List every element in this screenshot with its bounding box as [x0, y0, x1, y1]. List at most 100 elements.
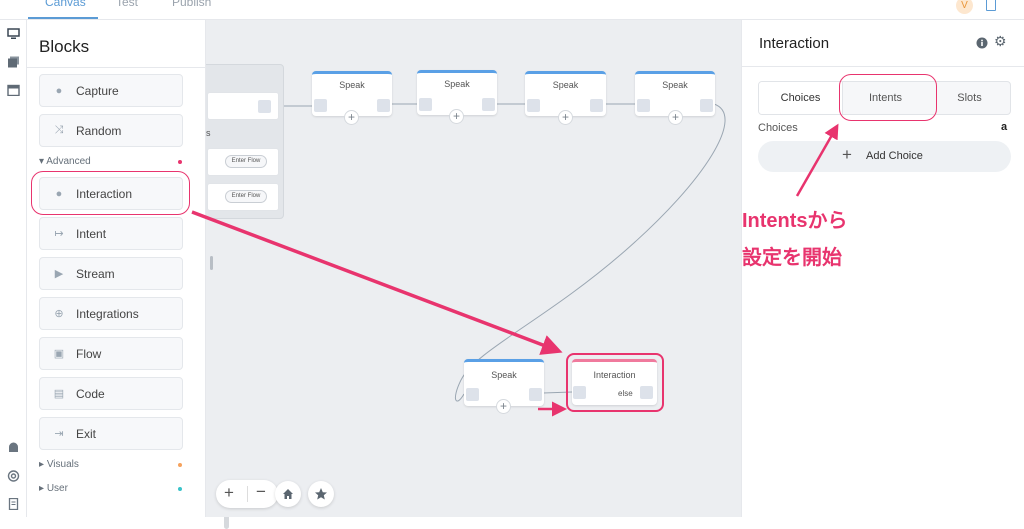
star-icon: [315, 488, 327, 500]
info-icon[interactable]: [976, 37, 988, 49]
block-label: Integrations: [76, 306, 139, 321]
node-title: Speak: [339, 80, 365, 90]
input-port[interactable]: [419, 98, 432, 111]
block-random[interactable]: ⤨ Random: [39, 114, 183, 147]
input-port[interactable]: [527, 99, 540, 112]
tab-publish[interactable]: Publish: [172, 0, 211, 9]
node-title: Speak: [662, 80, 688, 90]
enter-flow-pill[interactable]: Enter Flow: [225, 190, 267, 203]
block-label: Intent: [76, 226, 107, 241]
block-stream[interactable]: ▶ Stream: [39, 257, 183, 290]
add-choice-label: Add Choice: [866, 150, 923, 162]
interaction-node[interactable]: Interaction else: [572, 359, 657, 405]
code-icon: ▤: [53, 388, 65, 400]
file-icon[interactable]: [7, 498, 20, 510]
flow-canvas[interactable]: ds Enter Flow Enter Flow Speak + Speak +…: [206, 20, 741, 517]
add-step-button[interactable]: +: [496, 399, 511, 414]
output-port[interactable]: [377, 99, 390, 112]
block-code[interactable]: ▤ Code: [39, 377, 183, 410]
plus-icon: +: [842, 145, 852, 164]
amazon-icon: a: [1001, 121, 1008, 133]
zoom-toolbar: + −: [216, 480, 278, 508]
output-port[interactable]: [640, 386, 653, 399]
input-port[interactable]: [314, 99, 327, 112]
mic-icon: ●: [55, 84, 63, 97]
shuffle-icon: ⤨: [54, 124, 64, 136]
block-label: Random: [76, 123, 122, 138]
add-choice-button[interactable]: + Add Choice: [758, 141, 1011, 172]
help-ring-icon[interactable]: [7, 470, 20, 482]
add-step-button[interactable]: +: [668, 110, 683, 125]
exit-icon: ⇥: [54, 428, 64, 440]
input-port[interactable]: [573, 386, 586, 399]
panel-divider: [27, 67, 206, 68]
output-port[interactable]: [700, 99, 713, 112]
node-title: Interaction: [593, 370, 636, 380]
section-advanced[interactable]: ▾ Advanced: [39, 156, 91, 167]
panel-title: Blocks: [39, 37, 90, 56]
section-label: Visuals: [46, 459, 79, 470]
top-bar: Canvas Test Publish V: [0, 0, 1024, 20]
annotation-line-1: Intentsから: [742, 210, 848, 232]
interaction-editor-panel: Interaction ⚙ Choices Intents Slots Choi…: [741, 20, 1024, 517]
tab-test[interactable]: Test: [116, 0, 138, 9]
intents-tab-highlight: [839, 74, 937, 121]
block-label: Capture: [76, 83, 119, 98]
interaction-block-highlight: [31, 171, 190, 215]
play-icon: ▶: [54, 268, 64, 280]
section-label: Advanced: [46, 156, 91, 167]
tab-canvas[interactable]: Canvas: [45, 0, 86, 9]
block-intent[interactable]: ↦ Intent: [39, 217, 183, 250]
favorite-button[interactable]: [308, 481, 334, 507]
output-port[interactable]: [258, 100, 271, 113]
tab-slots[interactable]: Slots: [928, 82, 1011, 114]
document-icon[interactable]: [986, 0, 996, 11]
left-icon-rail: [0, 20, 27, 517]
gear-icon[interactable]: ⚙: [994, 33, 1007, 50]
input-port[interactable]: [637, 99, 650, 112]
block-flow[interactable]: ▣ Flow: [39, 337, 183, 370]
home-button[interactable]: [275, 481, 301, 507]
input-port[interactable]: [466, 388, 479, 401]
monitor-icon[interactable]: [7, 28, 20, 40]
editor-divider: [742, 66, 1024, 67]
resize-handle[interactable]: [210, 256, 213, 270]
stack-icon[interactable]: [7, 56, 20, 68]
output-port[interactable]: [590, 99, 603, 112]
node-title: Speak: [491, 370, 517, 380]
layers-icon: ▣: [53, 348, 65, 360]
enter-flow-pill[interactable]: Enter Flow: [225, 155, 267, 168]
add-step-button[interactable]: +: [344, 110, 359, 125]
zoom-out-icon[interactable]: −: [256, 482, 266, 502]
output-port[interactable]: [529, 388, 542, 401]
zoom-in-icon[interactable]: +: [224, 483, 234, 503]
add-step-button[interactable]: +: [449, 109, 464, 124]
tab-choices[interactable]: Choices: [759, 82, 843, 114]
block-label: Exit: [76, 426, 97, 441]
avatar[interactable]: V: [956, 0, 973, 14]
block-label: Stream: [76, 266, 115, 281]
annotation-line-2: 設定を開始: [742, 247, 842, 269]
block-integrations[interactable]: ⊕ Integrations: [39, 297, 183, 330]
group-label-partial: ds: [206, 128, 211, 138]
editor-title: Interaction: [759, 35, 830, 52]
toolbar-divider: [247, 486, 248, 502]
flow-group[interactable]: ds Enter Flow Enter Flow: [206, 64, 284, 219]
block-exit[interactable]: ⇥ Exit: [39, 417, 183, 450]
block-label: Code: [76, 386, 105, 401]
choices-label: Choices: [758, 122, 798, 134]
blocks-panel: Blocks ● Capture ⤨ Random ▾ Advanced ● I…: [27, 20, 229, 529]
advanced-dot: [178, 160, 182, 164]
block-capture[interactable]: ● Capture: [39, 74, 183, 107]
node-title: Speak: [444, 79, 470, 89]
android-icon[interactable]: [7, 441, 20, 453]
else-label: else: [618, 389, 633, 398]
add-step-button[interactable]: +: [558, 110, 573, 125]
block-label: Flow: [76, 346, 102, 361]
calendar-icon[interactable]: [7, 84, 20, 96]
output-port[interactable]: [482, 98, 495, 111]
section-user[interactable]: ▸ User: [39, 483, 68, 494]
user-dot: [178, 487, 182, 491]
section-visuals[interactable]: ▸ Visuals: [39, 459, 79, 470]
globe-icon: ⊕: [54, 308, 64, 320]
